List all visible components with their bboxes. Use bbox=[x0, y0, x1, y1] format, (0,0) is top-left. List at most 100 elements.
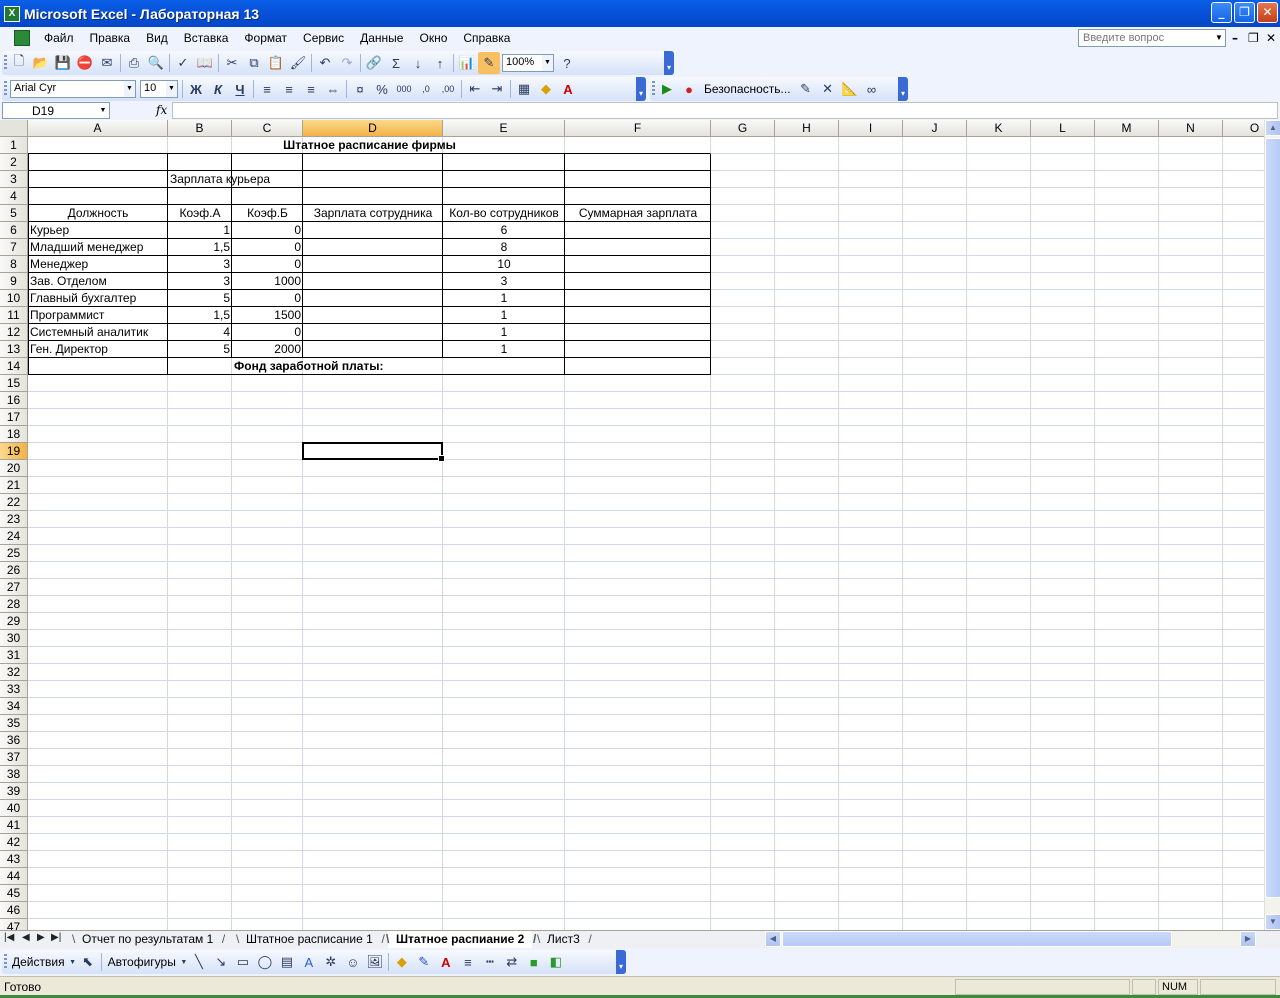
align-left-icon[interactable]: ≡ bbox=[256, 78, 278, 100]
row-header-8[interactable]: 8 bbox=[0, 256, 28, 273]
column-header-b[interactable]: B bbox=[168, 120, 232, 137]
active-cell-selection[interactable] bbox=[302, 442, 445, 462]
doc-close-icon[interactable]: ✕ bbox=[1266, 31, 1276, 45]
underline-button[interactable]: Ч bbox=[229, 78, 251, 100]
restore-icon[interactable]: ❐ bbox=[1234, 2, 1255, 23]
coef-a-cell[interactable]: 5 bbox=[168, 341, 232, 358]
row-header-11[interactable]: 11 bbox=[0, 307, 28, 324]
autosum-icon[interactable]: Σ bbox=[385, 52, 407, 74]
format-painter-icon[interactable]: 🖌 bbox=[287, 52, 309, 74]
toolbar-options-icon[interactable]: ▾ bbox=[616, 950, 626, 974]
column-header-g[interactable]: G bbox=[711, 120, 775, 137]
shadow-icon[interactable]: ■ bbox=[523, 951, 545, 973]
record-macro-icon[interactable]: ● bbox=[678, 78, 700, 100]
coef-b-cell[interactable]: 1500 bbox=[232, 307, 303, 324]
save-icon[interactable]: 💾 bbox=[52, 52, 74, 74]
sheet-tab-1[interactable]: Отчет по результатам 1 bbox=[72, 931, 226, 948]
print-icon[interactable]: ⎙ bbox=[123, 52, 145, 74]
column-header-n[interactable]: N bbox=[1159, 120, 1223, 137]
column-header-a[interactable]: A bbox=[28, 120, 168, 137]
coef-a-cell[interactable]: 1 bbox=[168, 222, 232, 239]
row-header-24[interactable]: 24 bbox=[0, 528, 28, 545]
employee-count-cell[interactable]: 3 bbox=[443, 273, 565, 290]
font-select[interactable]: Arial Cyr ▼ bbox=[10, 80, 136, 98]
row-header-39[interactable]: 39 bbox=[0, 783, 28, 800]
row-header-19[interactable]: 19 bbox=[0, 443, 28, 460]
position-cell[interactable]: Курьер bbox=[28, 222, 168, 239]
close-icon[interactable]: ✕ bbox=[1257, 2, 1278, 23]
prev-sheet-icon[interactable]: ◀ bbox=[22, 932, 30, 943]
3d-icon[interactable]: ◧ bbox=[545, 951, 567, 973]
decrease-decimal-icon[interactable]: ,00 bbox=[437, 78, 459, 100]
scroll-right-icon[interactable]: ▶ bbox=[1240, 931, 1256, 947]
position-cell[interactable]: Системный аналитик bbox=[28, 324, 168, 341]
menu-data[interactable]: Данные bbox=[352, 31, 411, 45]
align-right-icon[interactable]: ≡ bbox=[300, 78, 322, 100]
row-header-23[interactable]: 23 bbox=[0, 511, 28, 528]
arrow-style-icon[interactable]: ⇄ bbox=[501, 951, 523, 973]
row-header-36[interactable]: 36 bbox=[0, 732, 28, 749]
row-header-41[interactable]: 41 bbox=[0, 817, 28, 834]
control-toolbox-icon[interactable]: ✕ bbox=[817, 78, 839, 100]
coef-a-cell[interactable]: 3 bbox=[168, 256, 232, 273]
position-cell[interactable]: Младший менеджер bbox=[28, 239, 168, 256]
row-header-12[interactable]: 12 bbox=[0, 324, 28, 341]
column-header-c[interactable]: C bbox=[232, 120, 303, 137]
name-box[interactable]: D19 ▼ bbox=[2, 102, 110, 119]
help-question-input[interactable]: Введите вопрос ▼ bbox=[1078, 29, 1226, 47]
chart-wizard-icon[interactable]: 📊 bbox=[456, 52, 478, 74]
row-header-22[interactable]: 22 bbox=[0, 494, 28, 511]
paste-icon[interactable]: 📋 bbox=[265, 52, 287, 74]
font-color-icon[interactable]: A bbox=[435, 951, 457, 973]
coef-a-cell[interactable]: 3 bbox=[168, 273, 232, 290]
line-style-icon[interactable]: ≡ bbox=[457, 951, 479, 973]
row-header-47[interactable]: 47 bbox=[0, 919, 28, 930]
script-editor-icon[interactable]: ∞ bbox=[861, 78, 883, 100]
visual-basic-icon[interactable]: ✎ bbox=[795, 78, 817, 100]
row-header-37[interactable]: 37 bbox=[0, 749, 28, 766]
first-sheet-icon[interactable]: |◀ bbox=[4, 932, 14, 943]
employee-count-cell[interactable]: 1 bbox=[443, 324, 565, 341]
row-header-45[interactable]: 45 bbox=[0, 885, 28, 902]
undo-icon[interactable]: ↶ bbox=[314, 52, 336, 74]
coef-b-cell[interactable]: 0 bbox=[232, 222, 303, 239]
coef-b-cell[interactable]: 2000 bbox=[232, 341, 303, 358]
row-header-30[interactable]: 30 bbox=[0, 630, 28, 647]
select-objects-icon[interactable]: ⬉ bbox=[77, 951, 99, 973]
row-header-6[interactable]: 6 bbox=[0, 222, 28, 239]
row-header-7[interactable]: 7 bbox=[0, 239, 28, 256]
row-header-35[interactable]: 35 bbox=[0, 715, 28, 732]
position-cell[interactable]: Главный бухгалтер bbox=[28, 290, 168, 307]
coef-b-cell[interactable]: 0 bbox=[232, 324, 303, 341]
row-header-5[interactable]: 5 bbox=[0, 205, 28, 222]
employee-count-cell[interactable]: 1 bbox=[443, 341, 565, 358]
row-header-31[interactable]: 31 bbox=[0, 647, 28, 664]
bold-button[interactable]: Ж bbox=[185, 78, 207, 100]
chevron-down-icon[interactable]: ▼ bbox=[542, 55, 553, 71]
line-color-icon[interactable]: ✎ bbox=[413, 951, 435, 973]
next-sheet-icon[interactable]: ▶ bbox=[37, 932, 45, 943]
scroll-left-icon[interactable]: ◀ bbox=[765, 931, 781, 947]
column-header-l[interactable]: L bbox=[1031, 120, 1095, 137]
row-header-43[interactable]: 43 bbox=[0, 851, 28, 868]
dash-style-icon[interactable]: ┅ bbox=[479, 951, 501, 973]
design-mode-icon[interactable]: 📐 bbox=[839, 78, 861, 100]
column-header-e[interactable]: E bbox=[443, 120, 565, 137]
wordart-icon[interactable]: A bbox=[298, 951, 320, 973]
vertical-scrollbar[interactable]: ▲ ▼ bbox=[1264, 120, 1280, 930]
coef-b-cell[interactable]: 1000 bbox=[232, 273, 303, 290]
row-header-3[interactable]: 3 bbox=[0, 171, 28, 188]
employee-count-cell[interactable]: 1 bbox=[443, 290, 565, 307]
row-header-13[interactable]: 13 bbox=[0, 341, 28, 358]
coef-a-cell[interactable]: 1,5 bbox=[168, 307, 232, 324]
row-header-44[interactable]: 44 bbox=[0, 868, 28, 885]
font-size-select[interactable]: 10 ▼ bbox=[140, 80, 178, 98]
horizontal-scroll-thumb[interactable] bbox=[782, 931, 1172, 947]
sort-desc-icon[interactable]: ↑ bbox=[429, 52, 451, 74]
column-header-f[interactable]: F bbox=[565, 120, 711, 137]
menu-edit[interactable]: Правка bbox=[82, 31, 139, 45]
employee-count-cell[interactable]: 6 bbox=[443, 222, 565, 239]
insert-function-icon[interactable]: fx bbox=[156, 103, 167, 117]
drawing-icon[interactable]: ✎ bbox=[478, 52, 500, 74]
permission-icon[interactable]: ⛔ bbox=[74, 52, 96, 74]
